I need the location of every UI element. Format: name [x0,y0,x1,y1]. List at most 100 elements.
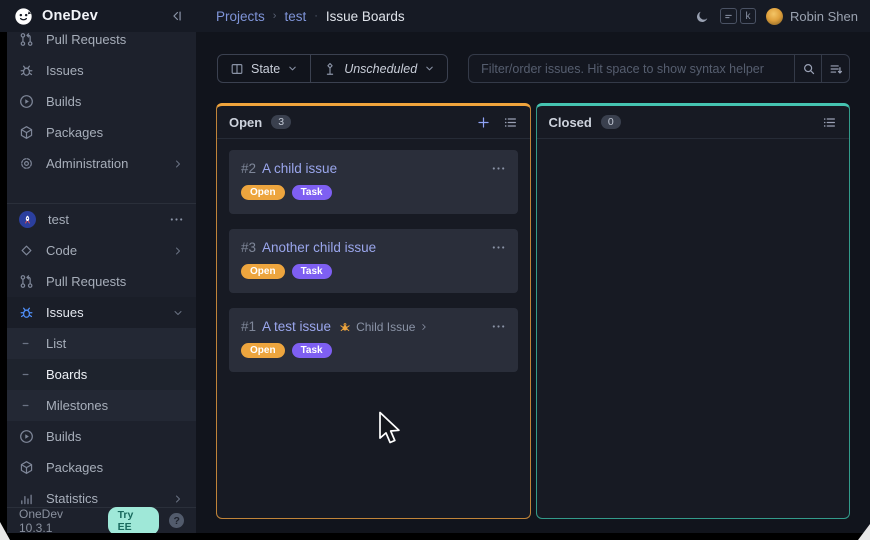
sidebar-item-label: Statistics [46,491,98,506]
breadcrumb-projects[interactable]: Projects [216,9,265,24]
board-select-label: State [251,62,280,76]
window-edge-bottom [0,533,870,540]
column-header: Closed 0 [537,106,850,139]
issue-card-1[interactable]: #1 A test issue Child Issue OpenTask [229,308,518,372]
column-body [537,139,850,161]
search-icon [802,62,816,76]
sidebar-item-label: Packages [46,125,103,140]
sidebar-item-label: Pull Requests [46,274,126,289]
breadcrumb: Projects›test·Issue Boards [196,9,405,24]
column-header: Open 3 [217,106,530,139]
issue-title-link[interactable]: A child issue [262,161,337,176]
window-edge-left [0,32,7,540]
project-avatar [19,211,36,228]
issue-title-link[interactable]: A test issue [262,319,331,334]
sidebar-item-issues[interactable]: Issues [7,55,196,86]
user-avatar [766,8,783,25]
breadcrumb-chevron-separator: › [273,10,277,22]
sidebar-project-header[interactable]: test [7,204,196,235]
sidebar-item-list[interactable]: List [7,328,196,359]
sidebar-gap [7,179,196,203]
sidebar-item-label: List [46,336,66,351]
onedev-logo-icon[interactable] [14,7,33,26]
project-name: test [48,212,69,227]
collapse-sidebar-icon[interactable] [170,9,184,23]
issue-card-3[interactable]: #3 Another child issue OpenTask [229,229,518,293]
milestone-select-button[interactable]: Unscheduled [310,55,447,82]
sidebar-item-milestones[interactable]: Milestones [7,390,196,421]
chevron-right-icon [172,245,184,257]
spider-icon [338,320,352,334]
play-circle-icon [19,429,34,444]
pull-request-icon [19,274,34,289]
filter-input[interactable] [468,54,850,83]
sidebar-item-pull-requests[interactable]: Pull Requests [7,32,196,55]
chevron-right-icon [419,322,429,332]
child-issue-link[interactable]: Child Issue [338,320,429,334]
search-button[interactable] [794,55,822,82]
board-select-button[interactable]: State [218,55,310,82]
sidebar-item-packages[interactable]: Packages [7,452,196,483]
sidebar-item-label: Boards [46,367,87,382]
chevron-right-icon [172,158,184,170]
sidebar-item-code[interactable]: Code [7,235,196,266]
play-circle-icon [19,94,34,109]
columns-icon [230,62,244,76]
sidebar-item-builds[interactable]: Builds [7,86,196,117]
add-issue-icon[interactable] [476,115,491,130]
dash-icon [19,336,34,351]
user-menu[interactable]: Robin Shen [766,8,858,25]
project-menu-icon[interactable] [169,212,184,227]
shortcut-key-label: k [740,8,756,24]
bug-icon [19,305,34,320]
card-menu-icon[interactable] [491,319,506,334]
issue-title-link[interactable]: Another child issue [262,240,376,255]
badge-open: Open [241,185,285,200]
sidebar-item-builds[interactable]: Builds [7,421,196,452]
modifier-key-icon [720,8,737,24]
corner-artifact-right [858,524,870,540]
card-badges: OpenTask [241,185,506,200]
issue-board: Open 3 #2 A child issue OpenTask #3 Anot… [216,103,850,519]
keyboard-shortcut-hint[interactable]: k [720,8,756,24]
sidebar-item-issues[interactable]: Issues [7,297,196,328]
chevron-down-icon [287,63,298,74]
version-label: OneDev 10.3.1 [19,507,98,534]
filter-field-wrap [468,54,850,83]
issue-number: #2 [241,161,256,176]
sidebar-item-label: Pull Requests [46,32,126,47]
card-menu-icon[interactable] [491,161,506,176]
column-menu-icon[interactable] [822,115,837,130]
code-icon [19,243,34,258]
card-badges: OpenTask [241,264,506,279]
sort-order-icon [829,62,843,76]
sidebar-item-administration[interactable]: Administration [7,148,196,179]
order-button[interactable] [821,55,849,82]
sidebar-footer: OneDev 10.3.1 Try EE ? [7,507,196,533]
help-icon[interactable]: ? [169,513,184,528]
dash-icon [19,398,34,413]
sidebar-item-label: Issues [46,305,84,320]
breadcrumb-test[interactable]: test [284,9,306,24]
gear-icon [19,156,34,171]
issue-number: #1 [241,319,256,334]
board-filter-group: State Unscheduled [217,54,448,83]
try-ee-badge[interactable]: Try EE [108,507,160,534]
issue-card-2[interactable]: #2 A child issue OpenTask [229,150,518,214]
card-badges: OpenTask [241,343,506,358]
breadcrumb-issue-boards: Issue Boards [326,9,405,24]
column-title: Closed [549,115,592,130]
logo-text[interactable]: OneDev [42,8,98,24]
issue-number: #3 [241,240,256,255]
board-toolbar: State Unscheduled [217,54,850,83]
sidebar-item-packages[interactable]: Packages [7,117,196,148]
sidebar-item-label: Milestones [46,398,108,413]
dark-mode-toggle-icon[interactable] [695,9,710,24]
sidebar-item-boards[interactable]: Boards [7,359,196,390]
badge-open: Open [241,343,285,358]
sidebar: Pull Requests Issues Builds Packages Adm… [7,32,196,533]
column-menu-icon[interactable] [503,115,518,130]
card-menu-icon[interactable] [491,240,506,255]
column-body: #2 A child issue OpenTask #3 Another chi… [217,139,530,383]
sidebar-item-pull-requests[interactable]: Pull Requests [7,266,196,297]
